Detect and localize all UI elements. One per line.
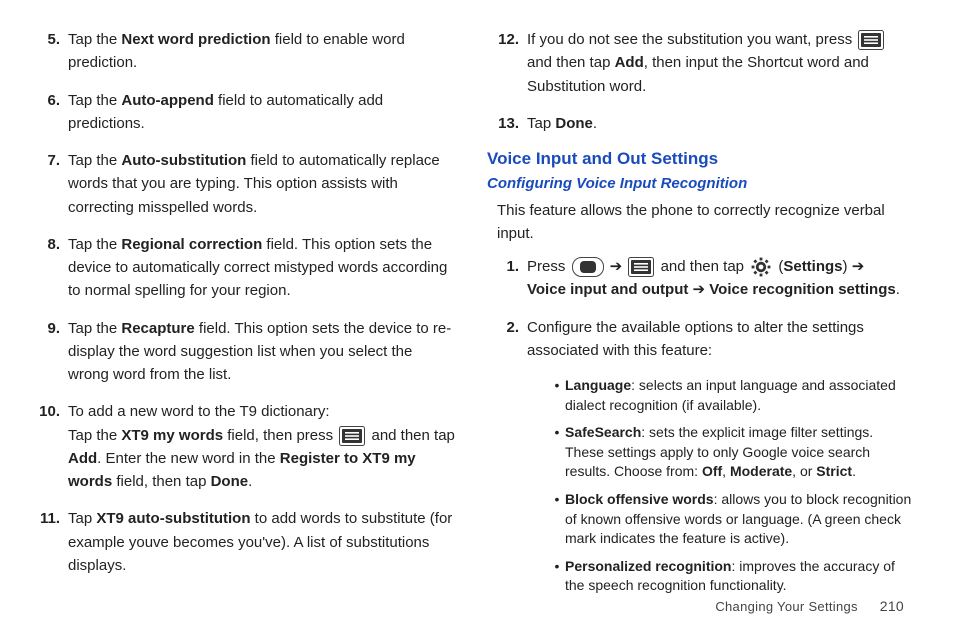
intro-paragraph: This feature allows the phone to correct…	[497, 200, 914, 245]
voice-bullets: •Language: selects an input language and…	[549, 376, 914, 596]
list-item: 2.Configure the available options to alt…	[487, 316, 914, 363]
footer-page-number: 210	[880, 598, 904, 614]
list-item: 12.If you do not see the substitution yo…	[487, 28, 914, 98]
list-item: 9.Tap the Recapture field. This option s…	[28, 317, 455, 387]
list-item: 7.Tap the Auto-substitution field to aut…	[28, 149, 455, 219]
right-list-12-13: 12.If you do not see the substitution yo…	[487, 28, 914, 135]
home-icon	[572, 257, 604, 277]
item-number: 11.	[28, 507, 68, 577]
item-number: 9.	[28, 317, 68, 387]
list-item: 10.To add a new word to the T9 dictionar…	[28, 400, 455, 493]
voice-steps: 1.Press ➔ and then tap (Settings) ➔ Voic…	[487, 255, 914, 362]
bullet-dot: •	[549, 557, 565, 596]
menu-icon	[628, 257, 654, 277]
item-body: If you do not see the substitution you w…	[527, 28, 914, 98]
left-column: 5.Tap the Next word prediction field to …	[28, 28, 455, 604]
item-number: 13.	[487, 112, 527, 135]
section-heading: Voice Input and Out Settings	[487, 149, 914, 169]
item-number: 6.	[28, 89, 68, 136]
item-body: Tap the Regional correction field. This …	[68, 233, 455, 303]
bullet-dot: •	[549, 423, 565, 482]
item-number: 10.	[28, 400, 68, 493]
item-body: Tap the Next word prediction field to en…	[68, 28, 455, 75]
bullet-body: Language: selects an input language and …	[565, 376, 914, 415]
item-body: To add a new word to the T9 dictionary:T…	[68, 400, 455, 493]
page: 5.Tap the Next word prediction field to …	[0, 0, 954, 604]
left-list: 5.Tap the Next word prediction field to …	[28, 28, 455, 577]
item-number: 8.	[28, 233, 68, 303]
item-body: Configure the available options to alter…	[527, 316, 914, 363]
gear-icon	[750, 256, 772, 278]
bullet-body: SafeSearch: sets the explicit image filt…	[565, 423, 914, 482]
bullet-dot: •	[549, 376, 565, 415]
item-body: Tap XT9 auto-substitution to add words t…	[68, 507, 455, 577]
list-item: 5.Tap the Next word prediction field to …	[28, 28, 455, 75]
bullet-dot: •	[549, 490, 565, 549]
bullet-item: •SafeSearch: sets the explicit image fil…	[549, 423, 914, 482]
bullet-body: Personalized recognition: improves the a…	[565, 557, 914, 596]
bullet-item: •Personalized recognition: improves the …	[549, 557, 914, 596]
section-subheading: Configuring Voice Input Recognition	[487, 175, 914, 192]
list-item: 6.Tap the Auto-append field to automatic…	[28, 89, 455, 136]
item-number: 2.	[487, 316, 527, 363]
menu-icon	[858, 30, 884, 50]
item-number: 7.	[28, 149, 68, 219]
item-body: Tap the Recapture field. This option set…	[68, 317, 455, 387]
item-body: Tap Done.	[527, 112, 914, 135]
item-body: Tap the Auto-append field to automatical…	[68, 89, 455, 136]
item-number: 5.	[28, 28, 68, 75]
item-body: Press ➔ and then tap (Settings) ➔ Voice …	[527, 255, 914, 302]
right-column: 12.If you do not see the substitution yo…	[487, 28, 914, 604]
item-number: 1.	[487, 255, 527, 302]
item-body: Tap the Auto-substitution field to autom…	[68, 149, 455, 219]
bullet-item: •Block offensive words: allows you to bl…	[549, 490, 914, 549]
list-item: 13.Tap Done.	[487, 112, 914, 135]
list-item: 1.Press ➔ and then tap (Settings) ➔ Voic…	[487, 255, 914, 302]
bullet-body: Block offensive words: allows you to blo…	[565, 490, 914, 549]
bullet-item: •Language: selects an input language and…	[549, 376, 914, 415]
list-item: 11.Tap XT9 auto-substitution to add word…	[28, 507, 455, 577]
item-number: 12.	[487, 28, 527, 98]
list-item: 8.Tap the Regional correction field. Thi…	[28, 233, 455, 303]
menu-icon	[339, 426, 365, 446]
page-footer: Changing Your Settings 210	[715, 598, 904, 614]
footer-section: Changing Your Settings	[715, 599, 857, 614]
